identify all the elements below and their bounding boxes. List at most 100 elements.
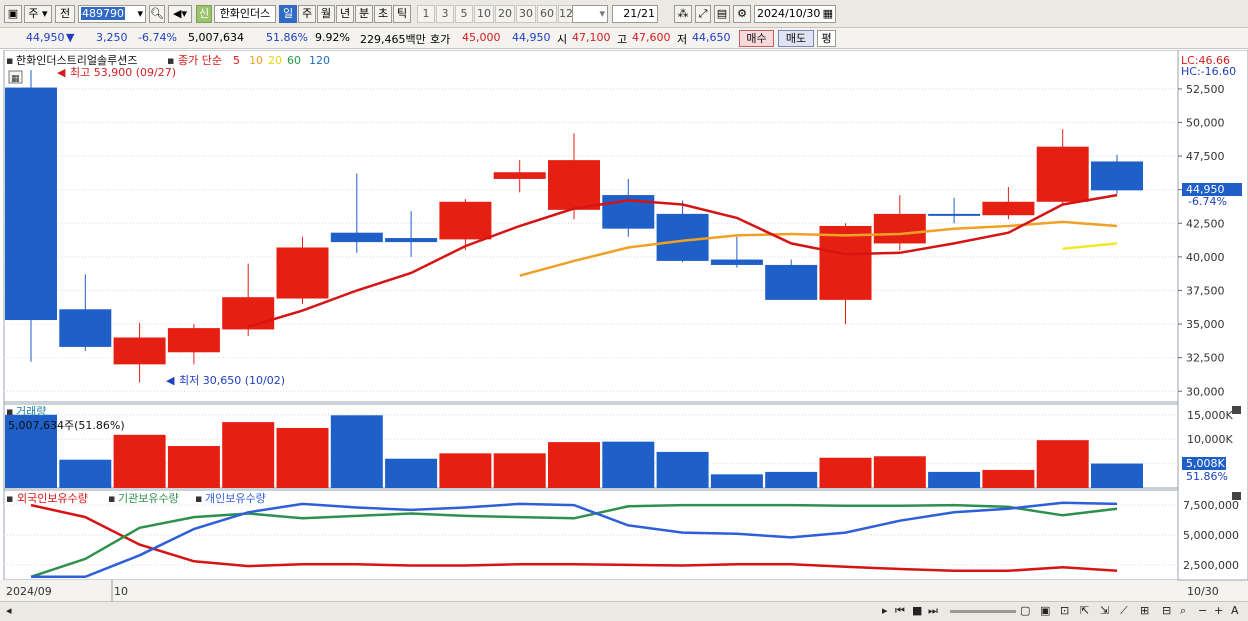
count-value: 21 <box>623 7 638 20</box>
period-button[interactable]: 초 <box>374 5 392 23</box>
minute-button[interactable]: 30 <box>516 5 536 23</box>
holdings-tick-label: 5,000,000 <box>1183 529 1239 542</box>
candle-body <box>5 87 57 321</box>
chart-area[interactable]: 30,00032,50035,00037,50040,00042,50045,0… <box>0 50 1248 601</box>
volume-bar <box>982 469 1035 488</box>
hoga-label: 호가 <box>430 33 451 46</box>
chart-settings-icon[interactable]: ⁂ <box>674 5 692 23</box>
volume-handle-icon[interactable]: ▪ <box>6 405 13 418</box>
price-tick-label: 50,000 <box>1186 117 1225 130</box>
calendar-icon[interactable]: ▦ <box>823 6 835 22</box>
zoom-tool-4-icon[interactable]: ⇱ <box>1080 604 1089 617</box>
unit-dropdown[interactable]: ▾ <box>572 5 608 23</box>
period-button[interactable]: 틱 <box>393 5 411 23</box>
period-button[interactable]: 주 <box>298 5 316 23</box>
zoom-tool-2-icon[interactable]: ▣ <box>1040 604 1050 617</box>
candle-body <box>928 213 981 216</box>
code-dropdown-icon[interactable]: ▾ <box>137 6 145 22</box>
zoom-tool-1-icon[interactable]: ▢ <box>1020 604 1030 617</box>
candle-body <box>167 328 220 353</box>
volume-panel-menu-icon[interactable] <box>1232 406 1241 414</box>
gear-icon[interactable]: ⚙ <box>733 5 751 23</box>
zoom-out-icon[interactable]: − <box>1198 604 1207 617</box>
candle-body <box>873 213 926 244</box>
price-tick-label: 37,500 <box>1186 284 1225 297</box>
period-button[interactable]: 월 <box>317 5 335 23</box>
date-axis-mid: 10 <box>114 585 128 598</box>
stock-code-input[interactable]: 489790 ▾ <box>78 5 146 23</box>
ma-period-60: 60 <box>287 54 301 67</box>
price-tick-label: 40,000 <box>1186 251 1225 264</box>
minute-button[interactable]: 20 <box>495 5 515 23</box>
candle-body <box>276 247 329 299</box>
zoom-slider[interactable] <box>950 610 1016 613</box>
market-select[interactable]: 주 ▾ <box>24 5 52 23</box>
minute-button[interactable]: 3 <box>436 5 454 23</box>
volume-bar <box>493 453 546 488</box>
scroll-bar[interactable]: ◂ ▸ ⏮ ■ ⏭ ▢ ▣ ⊡ ⇱ ⇲ ⟋ ⊞ ⊟ ⌕ − + A <box>0 601 1248 621</box>
quote-turnover: 9.92% <box>315 31 350 44</box>
count-total: /21 <box>637 7 655 20</box>
buy-button[interactable]: 매수 <box>739 30 774 47</box>
search-icon[interactable]: 🔍︎ <box>149 5 165 23</box>
save-icon[interactable]: ▤ <box>714 5 730 23</box>
minute-button[interactable]: 1 <box>417 5 435 23</box>
quote-value: 229,465백만 <box>360 33 426 46</box>
period-button[interactable]: 분 <box>355 5 373 23</box>
volume-bar <box>765 471 818 488</box>
volume-bar <box>222 422 275 488</box>
magnifier-icon[interactable]: ⌕ <box>1180 604 1186 618</box>
date-axis-start: 2024/09 <box>6 585 52 598</box>
rewind-icon[interactable]: ⏮ <box>895 604 905 618</box>
low-marker: 최저 30,650 (10/02) <box>179 374 285 387</box>
volume-bar <box>113 434 166 488</box>
forward-icon[interactable]: ⏭ <box>928 604 938 618</box>
ma-label: 종가 단순 <box>178 54 222 67</box>
speaker-icon[interactable]: ◀▾ <box>168 5 192 23</box>
legend-inst: 기관보유수량 <box>118 492 179 505</box>
quote-change-pct: -6.74% <box>138 31 177 44</box>
ma-period-10: 10 <box>249 54 263 67</box>
volume-bar <box>602 441 655 488</box>
volume-bar <box>548 442 600 488</box>
zoom-tool-5-icon[interactable]: ⇲ <box>1100 604 1109 617</box>
volume-bar <box>330 415 383 488</box>
quote-bar: 44,950 ▼ 3,250 -6.74% 5,007,634 51.86% 9… <box>0 28 1248 49</box>
text-tool-icon[interactable]: A <box>1231 604 1239 617</box>
scroll-left-icon[interactable]: ◂ <box>6 604 12 617</box>
zoom-tool-7-icon[interactable]: ⊞ <box>1140 604 1149 617</box>
candle-body <box>819 225 872 300</box>
volume-bar <box>167 446 220 488</box>
zoom-tool-6-icon[interactable]: ⟋ <box>1120 604 1128 618</box>
scroll-right-icon[interactable]: ▸ <box>882 604 888 617</box>
price-tick-label: 42,500 <box>1186 217 1225 230</box>
candle-body <box>113 337 166 365</box>
holdings-handle-icon[interactable]: ▪ <box>6 492 13 505</box>
candle-body <box>222 297 275 330</box>
count-field[interactable]: 21/21 <box>612 5 658 23</box>
draw-tool-icon[interactable]: ⤢ <box>695 5 711 23</box>
sell-button[interactable]: 매도 <box>778 30 814 47</box>
stop-icon[interactable]: ■ <box>912 604 922 617</box>
date-value: 2024/10/30 <box>757 7 821 20</box>
date-field[interactable]: 2024/10/30 ▦ <box>754 5 836 23</box>
minute-button[interactable]: 10 <box>474 5 494 23</box>
flat-button[interactable]: 평 <box>817 30 836 47</box>
panel-handle-icon[interactable]: ▪ <box>6 54 13 67</box>
price-tick-label: 52,500 <box>1186 83 1225 96</box>
zoom-in-icon[interactable]: + <box>1214 604 1223 617</box>
window-menu-icon[interactable]: ▣ <box>4 5 22 23</box>
prev-button[interactable]: 전 <box>55 5 75 23</box>
quote-high: 47,600 <box>632 31 671 44</box>
zoom-tool-8-icon[interactable]: ⊟ <box>1162 604 1171 617</box>
legend-sep-2: ▪ <box>195 492 202 505</box>
quote-volume-ratio: 51.86% <box>266 31 308 44</box>
period-button[interactable]: 년 <box>336 5 354 23</box>
minute-button[interactable]: 5 <box>455 5 473 23</box>
period-button[interactable]: 일 <box>279 5 297 23</box>
low-marker-arrow: ◀ <box>166 374 175 387</box>
zoom-tool-3-icon[interactable]: ⊡ <box>1060 604 1069 617</box>
minute-button[interactable]: 60 <box>537 5 557 23</box>
volume-tag-text: 5,008K <box>1186 457 1225 470</box>
holdings-panel-menu-icon[interactable] <box>1232 492 1241 500</box>
